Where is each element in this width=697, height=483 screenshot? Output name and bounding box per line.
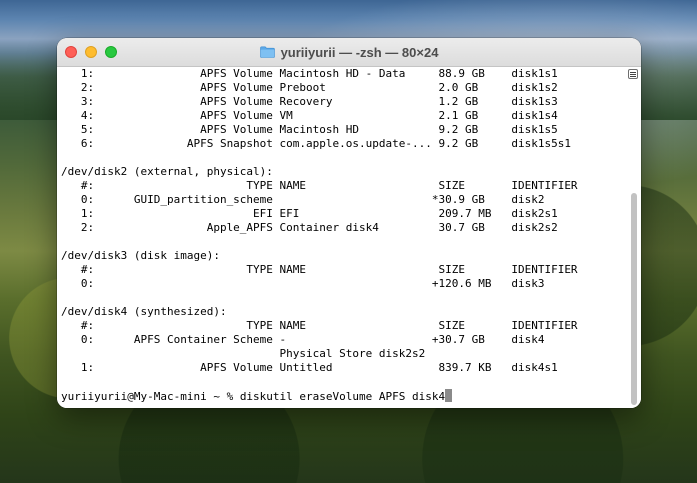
output-line: 0: APFS Container Scheme - +30.7 GB disk…	[61, 333, 545, 346]
output-line: #: TYPE NAME SIZE IDENTIFIER	[61, 319, 578, 332]
shell-prompt: yuriiyurii@My-Mac-mini ~ %	[61, 390, 240, 403]
output-line: #: TYPE NAME SIZE IDENTIFIER	[61, 179, 578, 192]
output-line: 4: APFS Volume VM 2.1 GB disk1s4	[61, 109, 558, 122]
output-line: 0: +120.6 MB disk3	[61, 277, 545, 290]
command-input[interactable]: diskutil eraseVolume APFS disk4	[240, 390, 445, 403]
terminal-content[interactable]: 1: APFS Volume Macintosh HD - Data 88.9 …	[57, 67, 641, 408]
window-title: yuriiyurii — -zsh — 80×24	[280, 44, 439, 60]
output-line: 0: GUID_partition_scheme *30.9 GB disk2	[61, 193, 545, 206]
output-line: /dev/disk4 (synthesized):	[61, 305, 227, 318]
folder-icon	[259, 46, 275, 58]
output-line: Physical Store disk2s2	[61, 347, 426, 360]
marks-menu-icon[interactable]	[628, 69, 638, 79]
terminal-window[interactable]: yuriiyurii — -zsh — 80×24 1: APFS Volume…	[57, 38, 641, 408]
output-line: 6: APFS Snapshot com.apple.os.update-...…	[61, 137, 571, 150]
output-line: 5: APFS Volume Macintosh HD 9.2 GB disk1…	[61, 123, 558, 136]
output-line: #: TYPE NAME SIZE IDENTIFIER	[61, 263, 578, 276]
prompt-line[interactable]: yuriiyurii@My-Mac-mini ~ % diskutil eras…	[61, 389, 641, 403]
output-line: 2: Apple_APFS Container disk4 30.7 GB di…	[61, 221, 558, 234]
output-line: 1: APFS Volume Untitled 839.7 KB disk4s1	[61, 361, 558, 374]
output-line: 1: EFI EFI 209.7 MB disk2s1	[61, 207, 558, 220]
scrollbar-thumb[interactable]	[631, 193, 637, 405]
terminal-output[interactable]: 1: APFS Volume Macintosh HD - Data 88.9 …	[57, 67, 641, 403]
output-line: /dev/disk3 (disk image):	[61, 249, 220, 262]
output-line: 3: APFS Volume Recovery 1.2 GB disk1s3	[61, 95, 558, 108]
output-line: 1: APFS Volume Macintosh HD - Data 88.9 …	[61, 67, 558, 80]
output-line: /dev/disk2 (external, physical):	[61, 165, 273, 178]
output-line: 2: APFS Volume Preboot 2.0 GB disk1s2	[61, 81, 558, 94]
window-title-group: yuriiyurii — -zsh — 80×24	[57, 38, 641, 66]
text-cursor	[445, 389, 453, 402]
title-bar[interactable]: yuriiyurii — -zsh — 80×24	[57, 38, 641, 67]
